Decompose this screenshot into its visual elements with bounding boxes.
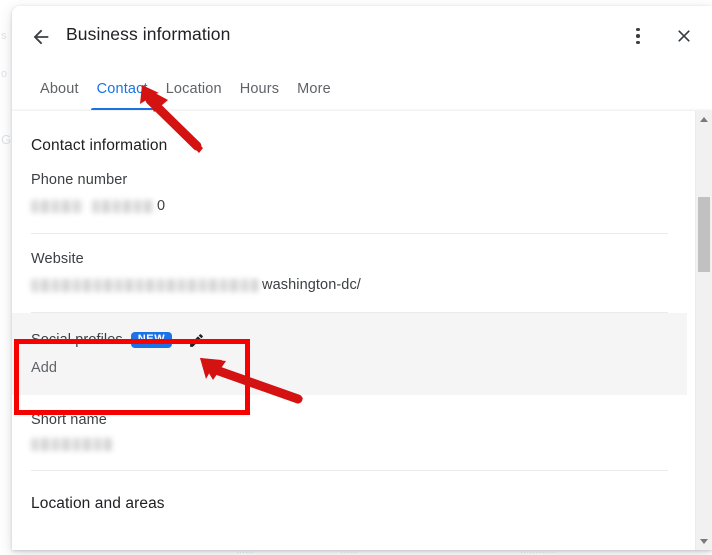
row-value-phone-number: 0 — [31, 188, 668, 233]
section-title-location-and-areas: Location and areas — [31, 495, 165, 512]
tab-hours[interactable]: Hours — [231, 66, 288, 111]
row-value-suffix: washington-dc/ — [262, 277, 361, 293]
dialog-header: Business information — [12, 6, 712, 66]
pencil-icon — [189, 333, 203, 347]
row-value-suffix: 0 — [157, 198, 166, 214]
row-label: Short name — [31, 412, 107, 428]
more-options-button[interactable] — [620, 18, 656, 54]
row-label-line: Short name — [31, 395, 668, 428]
redacted-text — [92, 199, 154, 213]
row-value-social-profiles: Add — [31, 360, 58, 376]
scroll-up-arrow-icon[interactable] — [696, 111, 712, 128]
redacted-text — [31, 438, 113, 451]
section-title-contact-information: Contact information — [31, 137, 168, 154]
arrow-left-icon — [33, 29, 49, 45]
row-social-profiles[interactable]: Social profiles NEW Add — [12, 313, 687, 395]
backdrop-ghost-text: G — [1, 132, 12, 147]
row-value-short-name — [31, 428, 668, 470]
redacted-text — [31, 278, 259, 292]
backdrop-ghost-text: s — [1, 30, 7, 42]
screen: s o G ...... ...... ............ Busines… — [0, 0, 712, 555]
redacted-text — [31, 199, 83, 213]
page-title: Business information — [66, 24, 231, 44]
business-information-dialog: Business information About Contact Locat… — [12, 6, 712, 550]
scroll-down-arrow-icon[interactable] — [696, 533, 712, 550]
tab-about[interactable]: About — [31, 66, 88, 111]
row-website[interactable]: Website washington-dc/ — [12, 234, 687, 312]
contact-scroll-area: Contact information Phone number 0 Websi… — [12, 111, 687, 550]
close-button[interactable] — [666, 18, 702, 54]
close-icon — [678, 30, 690, 42]
row-label-line: Phone number — [31, 155, 668, 188]
header-actions — [620, 18, 702, 54]
tab-contact[interactable]: Contact — [88, 66, 157, 111]
dialog-body: Contact information Phone number 0 Websi… — [12, 111, 712, 550]
row-label: Social profiles — [31, 332, 123, 348]
row-value-website: washington-dc/ — [31, 267, 668, 312]
row-label-line: Social profiles NEW — [31, 313, 668, 350]
scrollbar-thumb[interactable] — [698, 197, 710, 272]
tab-location[interactable]: Location — [157, 66, 231, 111]
status-badge-new: NEW — [130, 332, 173, 348]
row-label: Phone number — [31, 172, 128, 188]
tab-more[interactable]: More — [288, 66, 340, 111]
row-label-line: Website — [31, 234, 668, 267]
backdrop-ghost-text: o — [1, 68, 8, 80]
back-button[interactable] — [23, 19, 59, 55]
row-label: Website — [31, 251, 84, 267]
tab-bar: About Contact Location Hours More — [12, 66, 712, 111]
vertical-scrollbar[interactable] — [695, 111, 712, 550]
kebab-menu-icon — [636, 27, 640, 45]
row-phone-number[interactable]: Phone number 0 — [12, 155, 687, 233]
row-short-name[interactable]: Short name — [12, 395, 687, 470]
edit-social-profiles-button[interactable] — [186, 330, 206, 350]
